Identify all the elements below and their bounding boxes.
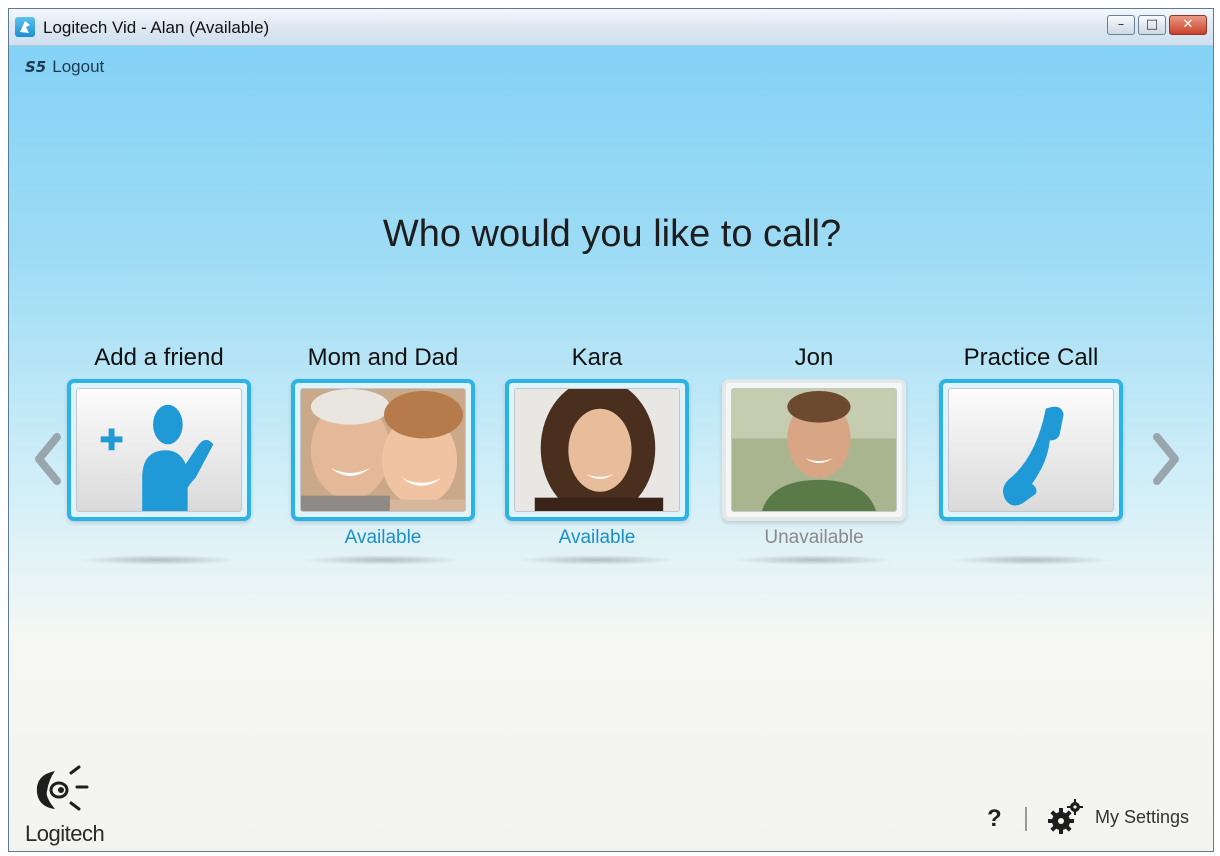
contact-name: Jon — [794, 344, 834, 371]
logout-icon: Ѕ5 — [25, 58, 47, 76]
contact-tile[interactable] — [67, 379, 251, 521]
logout-label: Logout — [52, 57, 105, 76]
maximize-icon: □ — [1145, 17, 1159, 32]
divider — [1025, 807, 1027, 831]
close-button[interactable]: ✕ — [1169, 15, 1207, 35]
contact-card-kara[interactable]: Kara Available — [505, 343, 689, 565]
contact-name: Add a friend — [94, 344, 224, 371]
contact-status — [939, 527, 1123, 549]
logitech-eye-icon — [36, 765, 89, 811]
call-prompt: Who would you like to call? — [382, 213, 842, 255]
app-icon — [15, 17, 35, 37]
contact-photo — [514, 388, 680, 512]
window-controls: – □ ✕ — [1107, 15, 1207, 35]
minimize-icon: – — [1117, 17, 1125, 32]
contact-tile[interactable] — [291, 379, 475, 521]
contact-name: Kara — [571, 344, 623, 371]
contact-status: Unavailable — [764, 527, 864, 548]
card-shadow — [734, 555, 894, 565]
brand-name: Logitech — [25, 821, 105, 846]
contact-status: Available — [558, 527, 636, 548]
my-settings-link[interactable]: My Settings — [1095, 807, 1189, 828]
card-shadow — [951, 555, 1111, 565]
contact-photo — [731, 388, 897, 512]
help-button[interactable]: ? — [987, 805, 1002, 833]
contact-tile[interactable] — [505, 379, 689, 521]
contact-tile[interactable] — [722, 379, 906, 521]
contact-name: Practice Call — [963, 344, 1099, 371]
minimize-button[interactable]: – — [1107, 15, 1135, 35]
contact-name: Mom and Dad — [307, 344, 459, 371]
contact-status: Available — [344, 527, 422, 548]
maximize-button[interactable]: □ — [1138, 15, 1166, 35]
contact-card-add-friend[interactable]: Add a friend — [67, 343, 251, 565]
next-contacts-arrow-icon[interactable] — [1145, 429, 1185, 489]
window-title: Logitech Vid - Alan (Available) — [43, 18, 270, 37]
app-window: Logitech Vid - Alan (Available) – □ ✕ Ѕ5… — [8, 8, 1214, 852]
phone-icon — [948, 388, 1114, 512]
gear-icon[interactable] — [1045, 797, 1085, 837]
card-shadow — [79, 555, 239, 565]
card-shadow — [303, 555, 463, 565]
contact-status — [67, 527, 251, 549]
title-bar[interactable]: Logitech Vid - Alan (Available) – □ ✕ — [9, 9, 1213, 46]
logout-button[interactable]: Ѕ5 Logout — [25, 57, 104, 77]
card-shadow — [517, 555, 677, 565]
contact-tile[interactable] — [939, 379, 1123, 521]
contact-card-mom-and-dad[interactable]: Mom and Dad Available — [291, 343, 475, 565]
contact-card-jon[interactable]: Jon Unavailable — [722, 343, 906, 565]
contact-card-practice-call[interactable]: Practice Call — [939, 343, 1123, 565]
close-icon: ✕ — [1182, 17, 1194, 32]
add-friend-icon — [76, 388, 242, 512]
previous-contacts-arrow-icon[interactable] — [29, 429, 69, 489]
logitech-logo: Logitech — [25, 757, 135, 847]
contact-photo — [300, 388, 466, 512]
